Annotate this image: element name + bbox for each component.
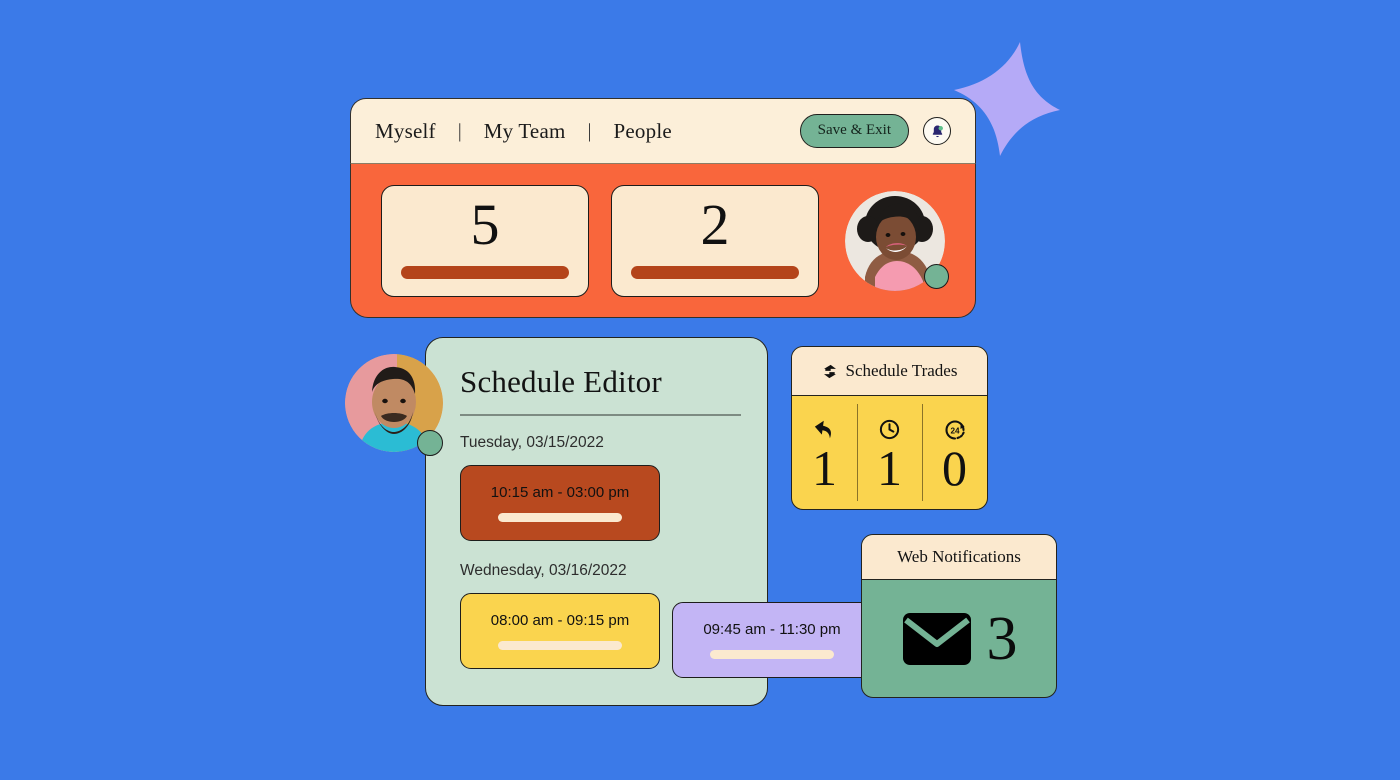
schedule-date-label: Tuesday, 03/15/2022 [460,433,604,451]
schedule-trades-header: Schedule Trades [792,347,987,396]
trade-stat-column[interactable]: 24 0 [922,396,987,509]
trade-stat-value: 1 [877,439,902,496]
shift-time: 10:15 am - 03:00 pm [490,483,630,501]
nav-item-people[interactable]: People [614,119,672,144]
shift-time: 08:00 am - 09:15 pm [490,611,630,629]
shift-card[interactable]: 09:45 am - 11:30 pm [672,602,872,678]
trade-stat-column[interactable]: 1 [792,396,857,509]
stat-card[interactable]: 5 [381,184,589,297]
trade-stat-column[interactable]: 1 [857,396,922,509]
web-notifications-body[interactable]: 3 [862,580,1056,697]
schedule-date-label: Wednesday, 03/16/2022 [460,561,627,579]
svg-text:24: 24 [950,426,960,435]
trade-stat-value: 1 [812,439,837,496]
stat-bar [401,266,569,279]
schedule-trades-panel: Schedule Trades 1 1 24 0 [791,346,988,510]
save-and-exit-button[interactable]: Save & Exit [799,114,909,148]
clock-icon [878,417,901,443]
stat-value: 5 [470,192,500,257]
divider [460,414,741,416]
web-notifications-panel: Web Notifications 3 [861,534,1057,698]
notifications-bell-button[interactable] [923,117,951,145]
shift-bar [498,512,622,522]
app-stats-bar: 5 2 [350,164,976,318]
stat-card[interactable]: 2 [611,184,819,297]
shift-card[interactable]: 08:00 am - 09:15 pm [460,592,660,669]
app-window: Myself | My Team | People Save & Exit 5 … [350,98,976,318]
main-navigation: Myself | My Team | People [375,119,672,144]
trade-stat-value: 0 [942,439,967,496]
web-notifications-count: 3 [986,604,1018,673]
shift-bar [710,650,834,659]
bell-icon [932,124,943,137]
nav-item-myself[interactable]: Myself [375,119,436,144]
page-title: Schedule Editor [460,364,662,399]
web-notifications-header: Web Notifications [862,535,1056,580]
schedule-trades-body: 1 1 24 0 [792,396,987,509]
envelope-icon [902,612,971,665]
web-notifications-title: Web Notifications [897,547,1021,566]
status-badge-online [417,430,443,456]
header-actions: Save & Exit [799,114,951,148]
stat-bar [631,266,799,279]
24-hour-icon: 24 [943,417,967,443]
schedule-trades-title: Schedule Trades [845,361,958,380]
swap-arrows-icon [823,364,836,378]
reply-arrow-icon [812,417,837,443]
shift-row: 10:15 am - 03:00 pm [460,464,741,541]
nav-separator: | [457,119,462,142]
app-header: Myself | My Team | People Save & Exit [350,98,976,164]
stat-value: 2 [700,192,730,257]
user-avatar-wrapper[interactable] [845,190,949,291]
nav-item-my-team[interactable]: My Team [484,119,566,144]
shift-bar [498,640,622,650]
nav-separator: | [587,119,592,142]
shift-card[interactable]: 10:15 am - 03:00 pm [460,464,660,541]
shift-time: 09:45 am - 11:30 pm [703,621,841,638]
status-badge-online [924,263,949,289]
